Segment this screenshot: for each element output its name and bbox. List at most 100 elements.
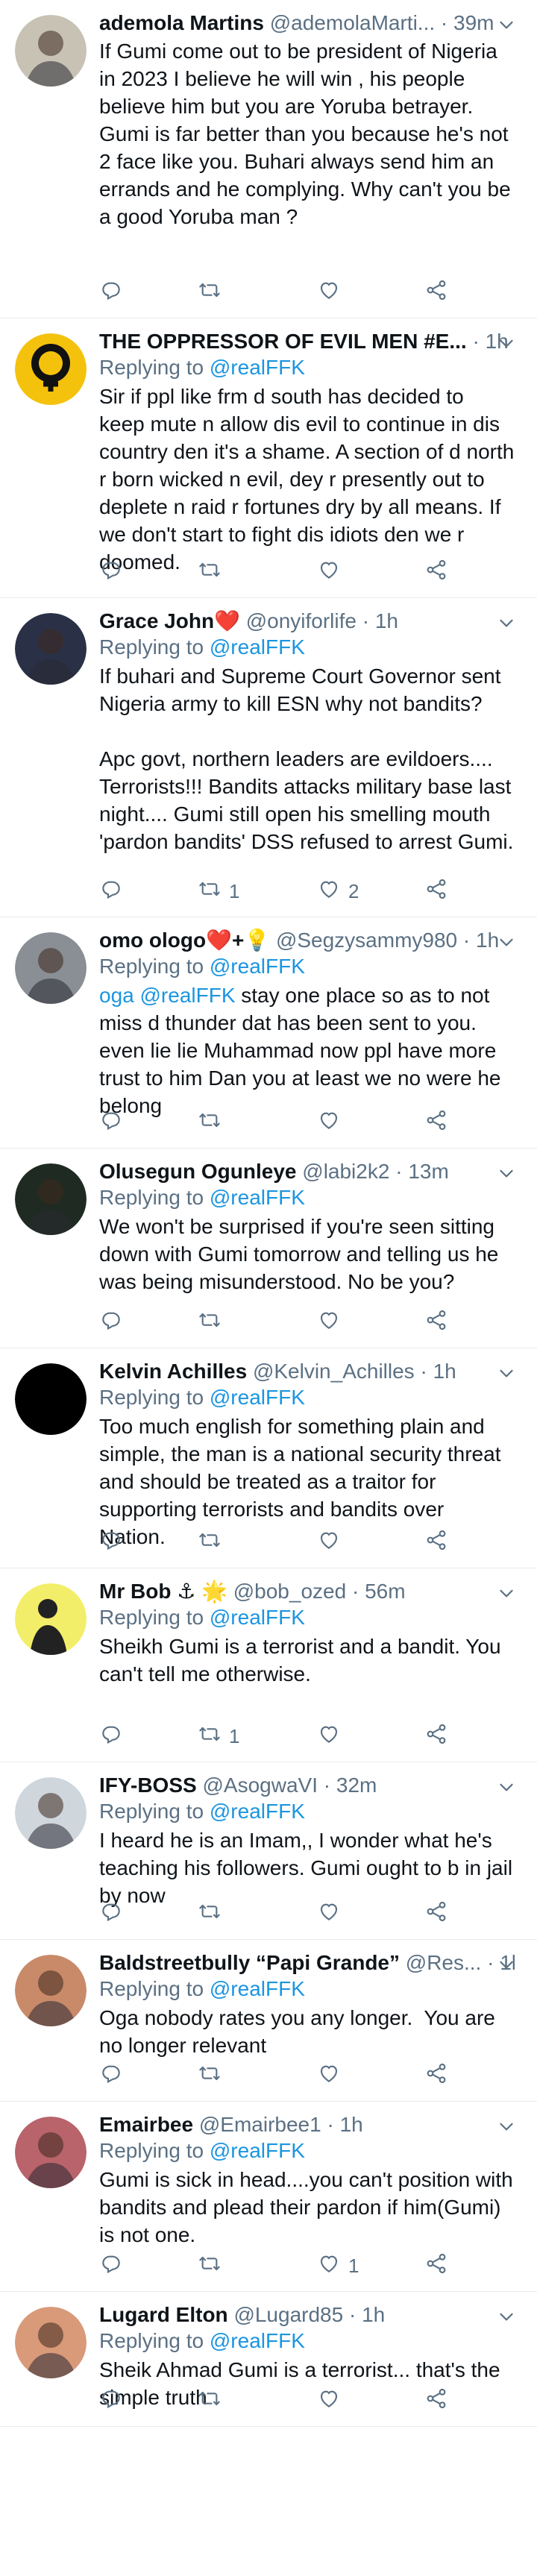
more-icon[interactable]: [495, 1162, 518, 1184]
display-name[interactable]: Kelvin Achilles: [99, 1360, 247, 1383]
replying-mention[interactable]: @realFFK: [210, 2139, 305, 2162]
user-handle[interactable]: @Segzysammy980: [276, 929, 457, 952]
user-handle[interactable]: @onyiforlife: [246, 609, 357, 632]
avatar[interactable]: [15, 2117, 87, 2188]
avatar[interactable]: [15, 1363, 87, 1435]
reply-button[interactable]: [99, 1108, 123, 1137]
like-button[interactable]: [317, 1721, 348, 1751]
replying-mention[interactable]: @realFFK: [210, 356, 305, 379]
more-icon[interactable]: [495, 332, 518, 354]
like-button[interactable]: [317, 2386, 348, 2416]
timestamp[interactable]: 1h: [340, 2113, 363, 2136]
like-button[interactable]: [317, 1108, 348, 1137]
like-button[interactable]: [317, 1307, 348, 1337]
tweet[interactable]: omo ologo❤️+💡 @Segzysammy980 · 1h Replyin…: [0, 917, 537, 1149]
tweet[interactable]: ademola Martins @ademolaMarti... · 39m If…: [0, 0, 537, 318]
tweet[interactable]: IFY-BOSS @AsogwaVI · 32m Replying to @rea…: [0, 1762, 537, 1940]
timestamp[interactable]: 32m: [336, 1774, 377, 1797]
replying-mention[interactable]: @realFFK: [210, 2329, 305, 2352]
retweet-button[interactable]: [198, 2386, 229, 2416]
more-icon[interactable]: [495, 13, 518, 36]
user-handle[interactable]: @Emairbee1: [199, 2113, 321, 2136]
user-handle[interactable]: @labi2k2: [302, 1160, 389, 1183]
display-name[interactable]: ademola Martins: [99, 11, 264, 34]
display-name[interactable]: Lugard Elton: [99, 2303, 228, 2326]
avatar[interactable]: [15, 333, 87, 405]
user-handle[interactable]: @Res...: [406, 1951, 482, 1974]
retweet-button[interactable]: [198, 2251, 229, 2281]
reply-button[interactable]: [99, 1899, 123, 1929]
retweet-button[interactable]: [198, 1899, 229, 1929]
avatar[interactable]: [15, 613, 87, 685]
reply-button[interactable]: [99, 1527, 123, 1557]
like-button[interactable]: [317, 1899, 348, 1929]
share-button[interactable]: [424, 1307, 448, 1337]
replying-mention[interactable]: @realFFK: [210, 1186, 305, 1209]
retweet-button[interactable]: [198, 1307, 229, 1337]
replying-mention[interactable]: @realFFK: [210, 1800, 305, 1823]
like-button[interactable]: [317, 557, 348, 587]
display-name[interactable]: Olusegun Ogunleye: [99, 1160, 296, 1183]
avatar[interactable]: [15, 1163, 87, 1235]
display-name[interactable]: Baldstreetbully “Papi Grande”: [99, 1951, 400, 1974]
more-icon[interactable]: [495, 612, 518, 634]
display-name[interactable]: Mr Bob ⚓ 🌟: [99, 1580, 227, 1603]
tweet[interactable]: Mr Bob ⚓ 🌟 @bob_ozed · 56m Replying to @r…: [0, 1568, 537, 1762]
more-icon[interactable]: [495, 2305, 518, 2328]
share-button[interactable]: [424, 557, 448, 587]
tweet[interactable]: Baldstreetbully “Papi Grande” @Res... · …: [0, 1940, 537, 2102]
tweet[interactable]: Kelvin Achilles @Kelvin_Achilles · 1h Rep…: [0, 1348, 537, 1568]
share-button[interactable]: [424, 2386, 448, 2416]
avatar[interactable]: [15, 15, 87, 87]
display-name[interactable]: THE OPPRESSOR OF EVIL MEN #E...: [99, 330, 467, 353]
retweet-button[interactable]: [198, 1527, 229, 1557]
user-handle[interactable]: @AsogwaVI: [202, 1774, 318, 1797]
share-button[interactable]: [424, 1108, 448, 1137]
display-name[interactable]: omo ologo❤️+💡: [99, 929, 270, 952]
like-button[interactable]: 1: [317, 2251, 359, 2281]
user-handle[interactable]: @Kelvin_Achilles: [253, 1360, 415, 1383]
retweet-button[interactable]: [198, 557, 229, 587]
like-button[interactable]: [317, 2061, 348, 2090]
avatar[interactable]: [15, 2307, 87, 2378]
reply-button[interactable]: [99, 2386, 123, 2416]
timestamp[interactable]: 1h: [375, 609, 398, 632]
text-mention[interactable]: oga @realFFK: [99, 984, 236, 1007]
avatar[interactable]: [15, 1777, 87, 1849]
timestamp[interactable]: 1h: [362, 2303, 385, 2326]
tweet[interactable]: Grace John❤️ @onyiforlife · 1h Replying t…: [0, 598, 537, 917]
tweet[interactable]: THE OPPRESSOR OF EVIL MEN #E... · 1h Repl…: [0, 318, 537, 598]
timestamp[interactable]: 56m: [365, 1580, 405, 1603]
more-icon[interactable]: [495, 2115, 518, 2137]
display-name[interactable]: Grace John❤️: [99, 609, 240, 632]
reply-button[interactable]: [99, 2061, 123, 2090]
reply-button[interactable]: [99, 557, 123, 587]
share-button[interactable]: [424, 277, 448, 307]
replying-mention[interactable]: @realFFK: [210, 635, 305, 659]
reply-button[interactable]: [99, 876, 123, 906]
more-icon[interactable]: [495, 1953, 518, 1976]
retweet-button[interactable]: [198, 1108, 229, 1137]
replying-mention[interactable]: @realFFK: [210, 1977, 305, 2000]
replying-mention[interactable]: @realFFK: [210, 955, 305, 978]
user-handle[interactable]: @bob_ozed: [233, 1580, 346, 1603]
retweet-button[interactable]: 1: [198, 1721, 239, 1751]
tweet[interactable]: Emairbee @Emairbee1 · 1h Replying to @rea…: [0, 2102, 537, 2292]
replying-mention[interactable]: @realFFK: [210, 1386, 305, 1409]
share-button[interactable]: [424, 2061, 448, 2090]
reply-button[interactable]: [99, 277, 123, 307]
like-button[interactable]: [317, 277, 348, 307]
retweet-button[interactable]: [198, 2061, 229, 2090]
avatar[interactable]: [15, 1955, 87, 2026]
display-name[interactable]: IFY-BOSS: [99, 1774, 197, 1797]
tweet[interactable]: Lugard Elton @Lugard85 · 1h Replying to @…: [0, 2292, 537, 2427]
more-icon[interactable]: [495, 1582, 518, 1604]
user-handle[interactable]: @ademolaMarti...: [270, 11, 435, 34]
more-icon[interactable]: [495, 1776, 518, 1798]
reply-button[interactable]: [99, 2251, 123, 2281]
user-handle[interactable]: @Lugard85: [233, 2303, 343, 2326]
more-icon[interactable]: [495, 931, 518, 953]
like-button[interactable]: [317, 1527, 348, 1557]
share-button[interactable]: [424, 1721, 448, 1751]
retweet-button[interactable]: [198, 277, 229, 307]
